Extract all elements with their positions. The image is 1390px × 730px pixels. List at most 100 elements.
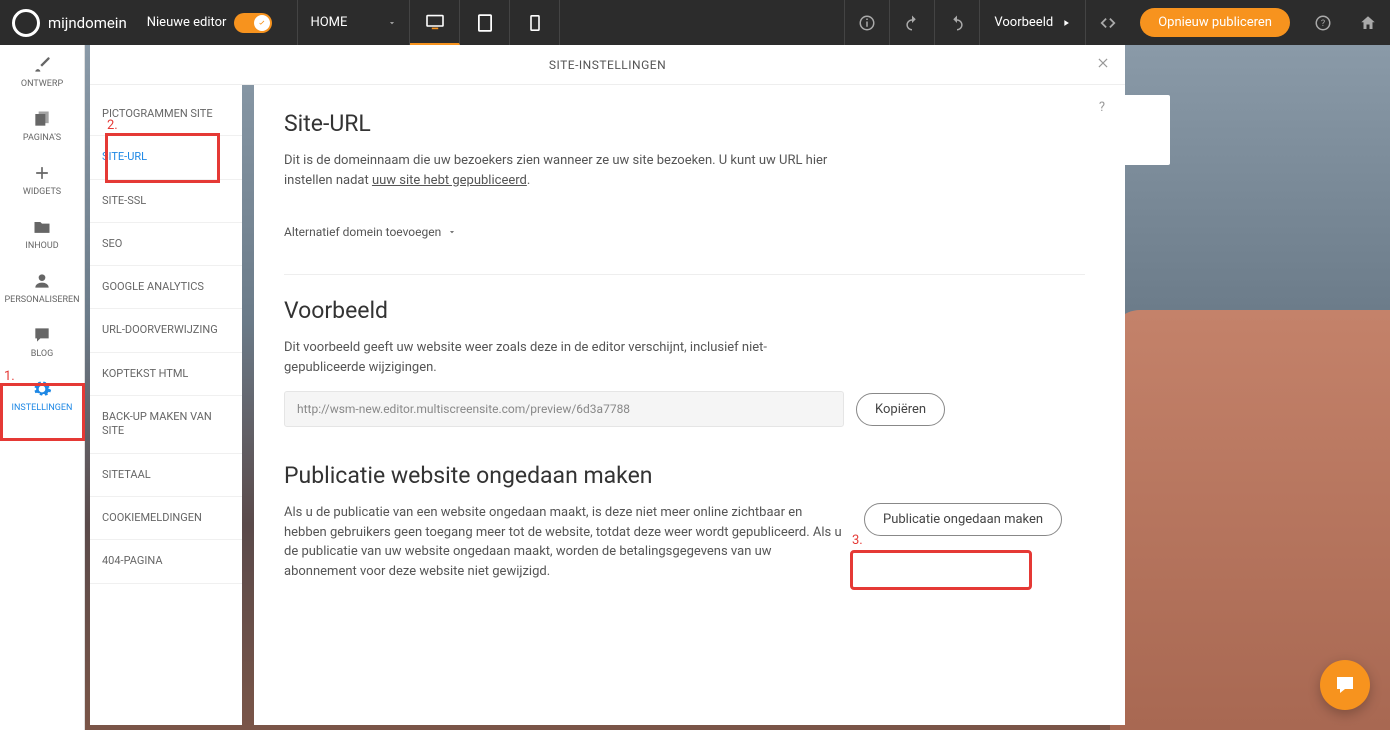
brush-icon <box>32 55 52 75</box>
unpublish-row: Als u de publicatie van een website onge… <box>284 503 1085 581</box>
sidebar-label: PERSONALISEREN <box>4 295 79 305</box>
home-button[interactable] <box>1345 0 1390 45</box>
content-help-button[interactable]: ? <box>1099 100 1105 115</box>
close-button[interactable] <box>1096 55 1110 74</box>
folder-icon <box>32 217 52 237</box>
sidebar-item-blog[interactable]: BLOG <box>0 315 84 369</box>
toggle-knob <box>254 15 270 31</box>
site-url-heading: Site-URL <box>284 110 1085 137</box>
alt-domain-label: Alternatief domein toevoegen <box>284 225 441 239</box>
modal-body: PICTOGRAMMEN SITE SITE-URL SITE-SSL SEO … <box>90 85 1125 725</box>
mobile-icon <box>530 15 540 31</box>
settings-content: ? Site-URL Dit is de domeinnaam die uw b… <box>254 85 1125 725</box>
nav-seo[interactable]: SEO <box>90 223 242 266</box>
sidebar-label: BLOG <box>31 349 54 359</box>
info-icon <box>858 14 876 32</box>
divider <box>284 274 1085 275</box>
unpublish-button[interactable]: Publicatie ongedaan maken <box>864 503 1062 536</box>
close-icon <box>1096 56 1110 70</box>
nav-url-doorverwijzing[interactable]: URL-DOORVERWIJZING <box>90 309 242 352</box>
device-mobile-button[interactable] <box>510 0 560 45</box>
sidebar-item-paginas[interactable]: PAGINA'S <box>0 99 84 153</box>
sidebar-label: PAGINA'S <box>23 133 61 143</box>
preview-url-row: Kopiëren <box>284 391 1085 427</box>
top-toolbar: mijndomein Nieuwe editor HOME <box>0 0 1390 45</box>
alt-domain-toggle[interactable]: Alternatief domein toevoegen <box>284 225 1085 239</box>
unpublish-desc: Als u de publicatie van een website onge… <box>284 503 844 581</box>
sidebar-item-inhoud[interactable]: INHOUD <box>0 207 84 261</box>
modal-header: SITE-INSTELLINGEN <box>90 45 1125 85</box>
home-icon <box>1359 14 1377 32</box>
sidebar-item-personaliseren[interactable]: PERSONALISEREN <box>0 261 84 315</box>
redo-button[interactable] <box>934 0 979 45</box>
nav-google-analytics[interactable]: GOOGLE ANALYTICS <box>90 266 242 309</box>
device-switcher <box>410 0 560 45</box>
site-url-desc-text: Dit is de domeinnaam die uw bezoekers zi… <box>284 153 827 188</box>
brand-logo: mijndomein <box>0 9 139 37</box>
desktop-icon <box>425 14 445 30</box>
play-icon <box>1061 18 1071 28</box>
pages-icon <box>32 109 52 129</box>
nav-koptekst-html[interactable]: KOPTEKST HTML <box>90 353 242 396</box>
device-tablet-button[interactable] <box>460 0 510 45</box>
modal-title: SITE-INSTELLINGEN <box>549 58 666 72</box>
plus-icon <box>32 163 52 183</box>
gear-icon <box>32 379 52 399</box>
nav-cookiemeldingen[interactable]: COOKIEMELDINGEN <box>90 497 242 540</box>
chat-icon <box>32 325 52 345</box>
device-desktop-button[interactable] <box>410 0 460 45</box>
info-button[interactable] <box>844 0 889 45</box>
nav-backup[interactable]: BACK-UP MAKEN VAN SITE <box>90 396 242 454</box>
undo-button[interactable] <box>889 0 934 45</box>
publish-link[interactable]: uuw site hebt gepubliceerd <box>372 173 527 188</box>
nav-site-ssl[interactable]: SITE-SSL <box>90 180 242 223</box>
unpublish-heading: Publicatie website ongedaan maken <box>284 462 1085 489</box>
chat-support-button[interactable] <box>1320 660 1370 710</box>
preview-desc: Dit voorbeeld geeft uw website weer zoal… <box>284 338 844 377</box>
editor-toggle-label: Nieuwe editor <box>147 15 227 30</box>
help-icon: ? <box>1314 14 1332 32</box>
tablet-icon <box>478 14 492 32</box>
preview-button[interactable]: Voorbeeld <box>979 0 1085 45</box>
new-editor-toggle[interactable]: Nieuwe editor <box>147 13 273 33</box>
code-icon <box>1098 16 1118 30</box>
help-button[interactable]: ? <box>1300 0 1345 45</box>
nav-sitetaal[interactable]: SITETAAL <box>90 454 242 497</box>
toggle-switch[interactable] <box>234 13 272 33</box>
section-preview: Voorbeeld Dit voorbeeld geeft uw website… <box>284 297 1085 427</box>
dev-mode-button[interactable] <box>1085 0 1130 45</box>
sidebar-label: INSTELLINGEN <box>12 403 73 413</box>
sidebar-item-ontwerp[interactable]: ONTWERP <box>0 45 84 99</box>
undo-icon <box>903 14 921 32</box>
check-icon <box>257 18 267 28</box>
left-sidebar: ONTWERP PAGINA'S WIDGETS INHOUD PERSONAL… <box>0 45 85 730</box>
person-icon <box>32 271 52 291</box>
preview-label: Voorbeeld <box>994 15 1053 30</box>
topbar-right: Voorbeeld Opnieuw publiceren ? <box>844 0 1390 45</box>
chat-icon <box>1333 673 1357 697</box>
site-url-desc: Dit is de domeinnaam die uw bezoekers zi… <box>284 151 844 190</box>
copy-button[interactable]: Kopiëren <box>856 393 945 426</box>
sidebar-item-widgets[interactable]: WIDGETS <box>0 153 84 207</box>
logo-icon <box>12 9 40 37</box>
section-unpublish: Publicatie website ongedaan maken Als u … <box>284 462 1085 581</box>
nav-404-pagina[interactable]: 404-PAGINA <box>90 540 242 583</box>
nav-pictogrammen[interactable]: PICTOGRAMMEN SITE <box>90 93 242 136</box>
brand-name: mijndomein <box>48 14 127 32</box>
settings-nav: PICTOGRAMMEN SITE SITE-URL SITE-SSL SEO … <box>90 85 242 725</box>
sidebar-label: WIDGETS <box>23 187 61 197</box>
chevron-down-icon <box>387 18 397 28</box>
redo-icon <box>948 14 966 32</box>
preview-heading: Voorbeeld <box>284 297 1085 324</box>
settings-modal: SITE-INSTELLINGEN PICTOGRAMMEN SITE SITE… <box>90 45 1125 725</box>
sidebar-item-instellingen[interactable]: INSTELLINGEN <box>0 369 84 423</box>
preview-url-input[interactable] <box>284 391 844 427</box>
page-name: HOME <box>310 15 347 30</box>
sidebar-label: ONTWERP <box>21 79 63 89</box>
sidebar-label: INHOUD <box>25 241 58 251</box>
nav-site-url[interactable]: SITE-URL <box>90 136 242 179</box>
svg-text:?: ? <box>1320 19 1324 29</box>
publish-button[interactable]: Opnieuw publiceren <box>1140 8 1290 37</box>
section-site-url: Site-URL Dit is de domeinnaam die uw bez… <box>284 110 1085 239</box>
page-selector[interactable]: HOME <box>297 0 410 45</box>
